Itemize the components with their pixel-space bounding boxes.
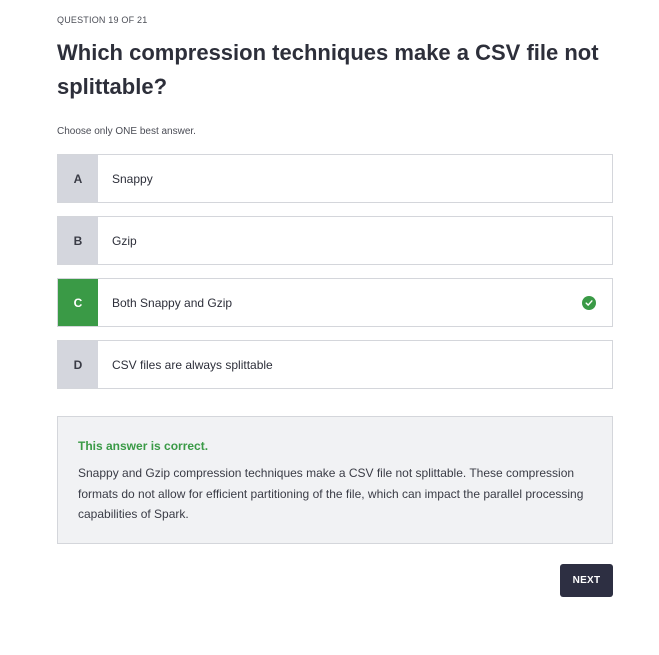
option-letter: C <box>58 279 98 326</box>
question-counter: QUESTION 19 OF 21 <box>57 15 148 25</box>
check-circle-icon <box>582 295 596 310</box>
answer-option-c[interactable]: C Both Snappy and Gzip <box>57 278 613 327</box>
option-letter: B <box>58 217 98 264</box>
option-text: Both Snappy and Gzip <box>112 295 233 310</box>
option-letter: D <box>58 341 98 388</box>
feedback-panel: This answer is correct. Snappy and Gzip … <box>57 416 613 544</box>
feedback-explanation: Snappy and Gzip compression techniques m… <box>78 466 584 521</box>
option-letter: A <box>58 155 98 202</box>
answer-option-b[interactable]: B Gzip <box>57 216 613 265</box>
check-mark-glyph <box>585 299 593 306</box>
answer-option-a[interactable]: A Snappy <box>57 154 613 203</box>
option-text: CSV files are always splittable <box>112 357 273 372</box>
instruction-text: Choose only ONE best answer. <box>57 126 196 137</box>
feedback-verdict: This answer is correct. <box>78 439 209 453</box>
question-text: Which compression techniques make a CSV … <box>57 40 599 99</box>
answer-option-d[interactable]: D CSV files are always splittable <box>57 340 613 389</box>
option-text: Gzip <box>112 233 137 248</box>
next-button[interactable]: NEXT <box>560 564 613 597</box>
option-text: Snappy <box>112 171 153 186</box>
